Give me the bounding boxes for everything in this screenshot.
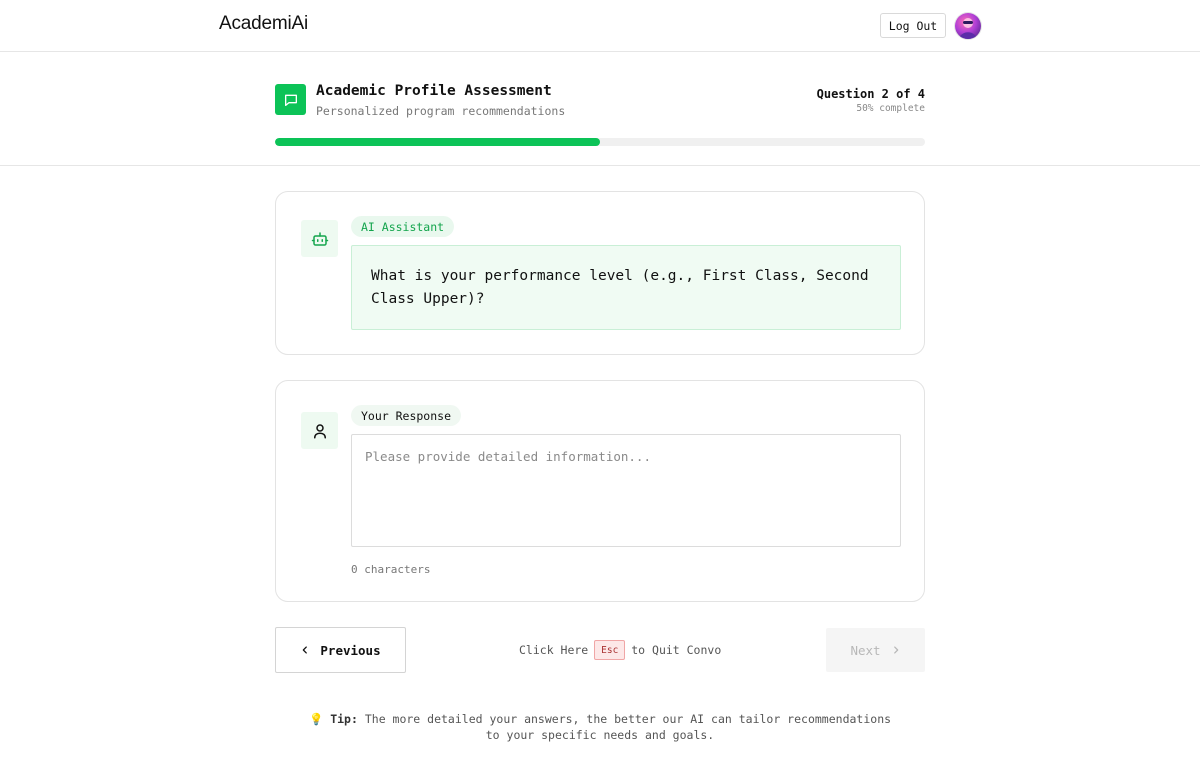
progress-bar <box>275 138 925 146</box>
tip-label: Tip: <box>330 712 358 726</box>
quit-hint: Click Here Esc to Quit Convo <box>519 640 721 660</box>
ai-assistant-tag: AI Assistant <box>351 216 455 237</box>
quit-prefix: Click Here <box>519 643 589 657</box>
next-label: Next <box>850 642 881 658</box>
robot-icon <box>301 220 338 257</box>
brand-logo[interactable]: AcademiAi <box>219 13 308 35</box>
tip-body: The more detailed your answers, the bett… <box>364 712 892 742</box>
your-response-tag: Your Response <box>351 405 462 426</box>
avatar-image-icon <box>959 18 977 39</box>
assessment-header: Academic Profile Assessment Personalized… <box>0 52 1200 166</box>
tip-text: 💡 Tip: The more detailed your answers, t… <box>300 711 900 743</box>
next-button[interactable]: Next <box>826 628 925 672</box>
user-avatar[interactable] <box>955 13 981 39</box>
page-title: Academic Profile Assessment <box>316 83 552 99</box>
user-icon <box>301 412 338 449</box>
esc-quit-button[interactable]: Esc <box>594 640 626 660</box>
top-nav: AcademiAi Log Out <box>0 0 1200 52</box>
lightbulb-icon: 💡 <box>308 712 324 726</box>
question-counter: Question 2 of 4 <box>816 87 925 101</box>
percent-complete: 50% complete <box>856 103 925 114</box>
page-subtitle: Personalized program recommendations <box>316 104 566 118</box>
previous-button[interactable]: Previous <box>275 627 406 673</box>
user-response-card: Your Response 0 characters <box>275 380 925 602</box>
chevron-left-icon <box>303 646 308 654</box>
chat-bubble-icon <box>275 84 306 115</box>
previous-label: Previous <box>320 642 381 658</box>
logout-button[interactable]: Log Out <box>880 13 946 38</box>
chevron-right-icon <box>893 646 898 654</box>
ai-question-card: AI Assistant What is your performance le… <box>275 191 925 355</box>
response-input[interactable] <box>351 434 901 547</box>
progress-bar-fill <box>275 138 600 146</box>
character-count: 0 characters <box>351 563 431 576</box>
question-text: What is your performance level (e.g., Fi… <box>351 245 901 330</box>
quit-suffix: to Quit Convo <box>631 643 722 657</box>
